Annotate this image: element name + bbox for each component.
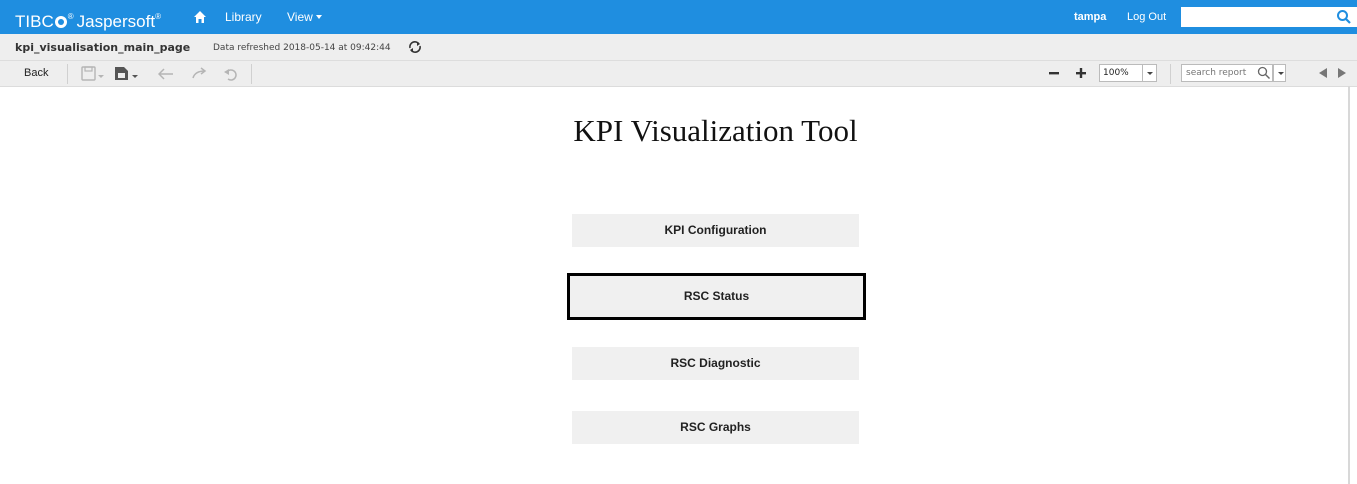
redo-icon[interactable]	[191, 66, 207, 82]
zoom-in-icon[interactable]	[1075, 67, 1087, 79]
report-toolbar: Back 100%	[0, 61, 1357, 87]
rsc-graphs-button[interactable]: RSC Graphs	[572, 411, 859, 444]
home-icon[interactable]	[193, 10, 207, 24]
logo-text: TIBC	[15, 12, 54, 31]
global-search-input[interactable]	[1181, 7, 1357, 27]
logo-trademark-2: ®	[155, 12, 161, 21]
top-nav-bar: TIBC ® Jaspersoft® Library View tampa Log …	[0, 0, 1357, 34]
nav-view-menu[interactable]: View	[287, 10, 322, 24]
save-icon[interactable]	[81, 66, 105, 82]
undo-icon[interactable]	[158, 66, 174, 82]
current-user[interactable]: tampa	[1074, 10, 1106, 24]
toolbar-separator	[1170, 64, 1171, 84]
refresh-icon[interactable]	[407, 40, 423, 54]
rsc-status-button[interactable]: RSC Status	[567, 273, 866, 320]
search-icon[interactable]	[1336, 9, 1352, 25]
page-title: KPI Visualization Tool	[573, 113, 858, 148]
undo-all-icon[interactable]	[223, 66, 239, 82]
export-icon[interactable]	[114, 66, 140, 82]
data-refreshed-text: Data refreshed 2018-05-14 at 09:42:44	[213, 43, 391, 53]
logout-link[interactable]: Log Out	[1127, 10, 1166, 24]
logo-o-icon	[54, 16, 67, 28]
nav-library-link[interactable]: Library	[225, 10, 262, 24]
toolbar-separator	[67, 64, 68, 84]
logo-text-2: Jaspersoft	[76, 12, 156, 31]
nav-view-label: View	[287, 10, 313, 24]
report-name: kpi_visualisation_main_page	[15, 41, 191, 54]
zoom-level-select[interactable]: 100%	[1099, 64, 1157, 82]
next-page-icon[interactable]	[1337, 68, 1347, 78]
kpi-configuration-button[interactable]: KPI Configuration	[572, 214, 859, 247]
chevron-down-icon	[1274, 65, 1285, 81]
report-title-bar: kpi_visualisation_main_page Data refresh…	[0, 34, 1357, 61]
chevron-down-icon	[315, 15, 322, 19]
zoom-out-icon[interactable]	[1048, 67, 1060, 79]
rsc-diagnostic-button[interactable]: RSC Diagnostic	[572, 347, 859, 380]
toolbar-separator	[251, 64, 252, 84]
zoom-level-value: 100%	[1103, 68, 1129, 78]
search-options-dropdown[interactable]	[1273, 64, 1286, 82]
previous-page-icon[interactable]	[1318, 68, 1328, 78]
search-icon[interactable]	[1257, 66, 1271, 80]
tibco-jaspersoft-logo[interactable]: TIBC ® Jaspersoft®	[15, 6, 164, 31]
logo-trademark: ®	[67, 12, 74, 21]
back-button[interactable]: Back	[24, 67, 48, 79]
chevron-down-icon	[1142, 65, 1156, 81]
